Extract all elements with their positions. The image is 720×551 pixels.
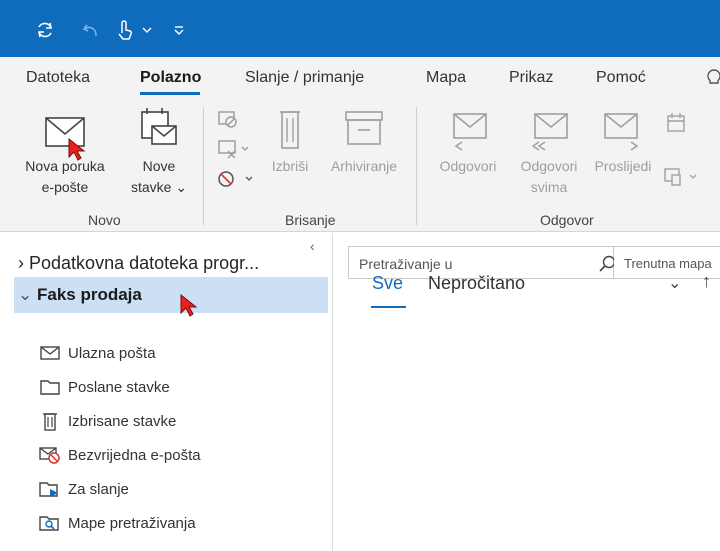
chevron-down-icon[interactable] [140,19,154,41]
mouse-pointer-icon [180,293,198,323]
active-tab-underline [140,92,200,95]
filter-active-underline [371,306,406,308]
collapse-pane-icon[interactable]: ‹ [310,238,315,254]
group-label-novo: Novo [88,212,121,228]
group-label-odgovor: Odgovor [540,212,594,228]
envelope-icon [10,104,120,156]
deleted-items-icon [38,411,62,431]
chevron-down-icon: ⌄ [18,285,33,304]
archive-button[interactable]: Arhiviranje [322,104,406,177]
folder-sent-items[interactable]: Poslane stavke [38,374,170,400]
undo-icon[interactable] [80,19,102,41]
reply-all-icon [508,104,590,156]
archive-icon [322,104,406,156]
ribbon: Nova poruka e-pošte Nove stavke ⌄ Novo I… [0,99,720,232]
customize-toolbar-icon[interactable] [172,19,186,41]
forward-button[interactable]: Proslijedi [588,104,658,177]
folder-junk-email[interactable]: Bezvrijedna e-pošta [38,442,201,468]
outbox-icon [38,479,62,499]
filter-all-tab[interactable]: Sve [372,273,403,294]
tab-datoteka[interactable]: Datoteka [26,69,90,87]
folder-deleted-items[interactable]: Izbrisane stavke [38,408,176,434]
inbox-icon [38,343,62,363]
touch-mode-icon[interactable] [113,19,135,41]
chevron-right-icon: › [18,253,24,273]
folder-search-folders[interactable]: Mape pretraživanja [38,510,196,536]
reply-all-button[interactable]: Odgovori svima [508,104,590,198]
cleanup-icon[interactable] [216,137,250,166]
folder-inbox[interactable]: Ulazna pošta [38,340,156,366]
folder-outbox[interactable]: Za slanje [38,476,129,502]
chevron-down-icon: ⌄ [175,179,188,195]
forward-icon [588,104,658,156]
tab-slanje-primanje[interactable]: Slanje / primanje [245,69,364,87]
trash-icon [264,104,316,156]
ignore-icon[interactable] [216,107,240,136]
lightbulb-icon[interactable] [706,68,720,95]
new-items-icon [124,104,194,156]
meeting-reply-icon[interactable] [664,111,688,140]
tab-prikaz[interactable]: Prikaz [509,69,553,87]
more-reply-options-icon[interactable] [662,163,702,194]
reply-button[interactable]: Odgovori [428,104,508,177]
account-node[interactable]: ⌄ Faks prodaja [14,277,328,313]
junk-email-icon [38,445,62,465]
tab-pomoc[interactable]: Pomoć [596,69,646,87]
junk-icon[interactable] [216,167,256,196]
new-email-button[interactable]: Nova poruka e-pošte [10,104,120,198]
group-label-brisanje: Brisanje [285,212,336,228]
filter-unread-tab[interactable]: Nepročitano [428,273,525,294]
mouse-pointer-icon [68,137,86,167]
reply-icon [428,104,508,156]
tab-mapa[interactable]: Mapa [426,69,466,87]
sent-items-icon [38,377,62,397]
title-bar [0,0,720,57]
folder-pane: ‹ › Podatkovna datoteka progr... ⌄ Faks … [0,233,333,551]
sort-options-icon[interactable]: ⌄ [668,273,681,293]
data-file-node[interactable]: › Podatkovna datoteka progr... [18,253,259,274]
search-folders-icon [38,513,62,533]
sort-direction-icon[interactable]: ↑ [702,271,711,292]
sync-icon[interactable] [34,19,56,41]
tab-polazno[interactable]: Polazno [140,69,201,87]
message-list-pane: Pretraživanje u Trenutna mapa Sve Neproč… [334,233,720,551]
ribbon-tabs: Datoteka Polazno Slanje / primanje Mapa … [0,57,720,99]
delete-button[interactable]: Izbriši [264,104,316,177]
new-items-button[interactable]: Nove stavke ⌄ [124,104,194,198]
